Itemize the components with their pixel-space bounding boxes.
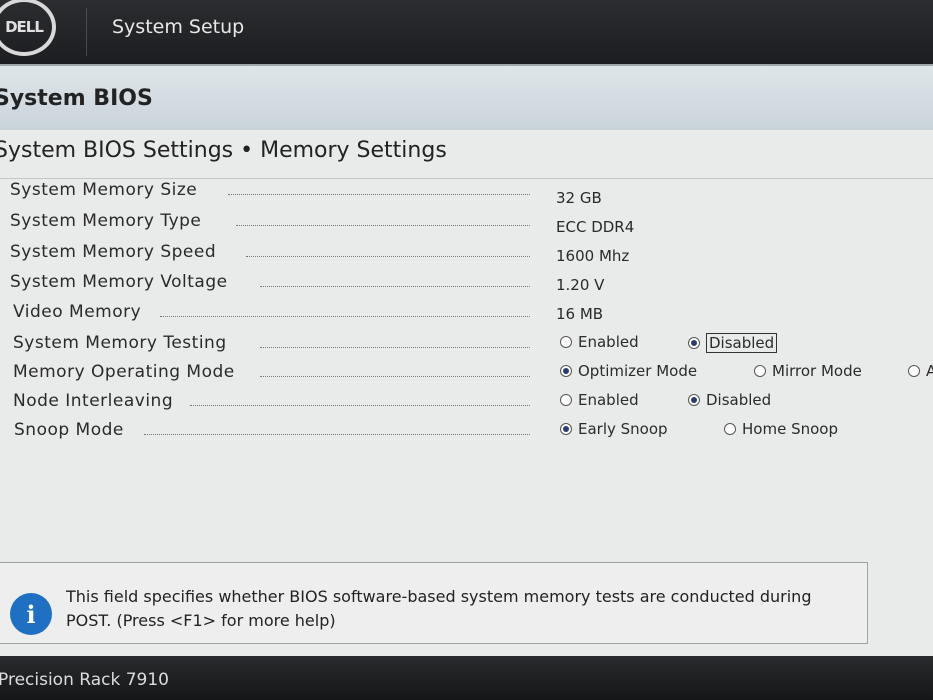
radio-icon [754,365,766,377]
field-row-memory-type: System Memory Type ECC DDR4 [10,211,930,239]
help-text: This field specifies whether BIOS softwa… [66,587,812,630]
radio-selected-icon [688,337,700,349]
page-title: System BIOS Settings • Memory Settings [0,138,447,163]
option-label: Disabled [706,391,772,409]
divider [0,178,933,179]
radio-selected-icon [560,365,572,377]
leader-dots [228,194,530,195]
radio-selected-icon [560,423,572,435]
field-label: Snoop Mode [14,420,124,440]
field-row-node-interleaving: Node Interleaving Enabled Disabled [10,391,930,419]
leader-dots [190,405,530,406]
field-label: Node Interleaving [13,391,174,411]
radio-icon [560,394,572,406]
field-value: ECC DDR4 [556,218,635,236]
footer-bar: Precision Rack 7910 [0,656,933,700]
header-divider [86,8,87,56]
radio-option-disabled[interactable]: Disabled [688,391,771,409]
leader-dots [144,434,530,435]
top-header-bar: DELL System Setup [0,0,933,64]
field-value: 16 MB [556,305,604,323]
logo-text: DELL [5,18,44,36]
field-label: System Memory Type [10,211,202,231]
radio-selected-icon [688,394,700,406]
option-label: Enabled [578,333,639,351]
field-row-memory-speed: System Memory Speed 1600 Mhz [10,242,930,270]
field-label: Video Memory [13,302,142,322]
option-label: Disabled [706,333,778,353]
leader-dots [260,286,530,287]
field-row-memory-testing: System Memory Testing Enabled Disabled [10,333,930,361]
field-label: Memory Operating Mode [13,362,235,382]
section-header: System BIOS [0,64,933,130]
field-label: System Memory Size [10,180,198,200]
field-row-memory-voltage: System Memory Voltage 1.20 V [10,272,930,300]
radio-option-enabled[interactable]: Enabled [560,333,639,351]
leader-dots [260,347,530,348]
system-model: Precision Rack 7910 [0,670,169,690]
field-row-video-memory: Video Memory 16 MB [10,302,930,330]
leader-dots [246,256,530,257]
option-label: Home Snoop [742,420,838,438]
option-label: Optimizer Mode [578,362,698,380]
radio-icon [908,365,920,377]
option-label: A [926,362,933,380]
section-title: System BIOS [0,86,153,111]
field-row-operating-mode: Memory Operating Mode Optimizer Mode Mir… [10,362,933,390]
radio-option-disabled[interactable]: Disabled [688,333,778,353]
radio-option-truncated[interactable]: A [908,362,933,380]
radio-option-optimizer-mode[interactable]: Optimizer Mode [560,362,697,380]
field-label: System Memory Speed [10,242,217,262]
radio-icon [724,423,736,435]
help-panel: i This field specifies whether BIOS soft… [0,562,868,644]
dell-logo: DELL [0,0,56,56]
field-row-snoop-mode: Snoop Mode Early Snoop Home Snoop [10,420,930,448]
leader-dots [260,376,530,377]
option-label: Enabled [578,391,639,409]
info-icon: i [10,593,52,635]
field-value: 32 GB [556,189,602,207]
radio-option-home-snoop[interactable]: Home Snoop [724,420,838,438]
field-row-memory-size: System Memory Size 32 GB [10,180,930,208]
radio-icon [560,336,572,348]
radio-option-mirror-mode[interactable]: Mirror Mode [754,362,862,380]
field-value: 1.20 V [556,276,605,294]
field-label: System Memory Voltage [10,272,228,292]
app-title: System Setup [112,16,245,38]
field-label: System Memory Testing [13,333,227,353]
option-label: Early Snoop [578,420,668,438]
radio-option-enabled[interactable]: Enabled [560,391,639,409]
field-value: 1600 Mhz [556,247,630,265]
leader-dots [236,225,530,226]
leader-dots [160,316,530,317]
option-label: Mirror Mode [772,362,862,380]
radio-option-early-snoop[interactable]: Early Snoop [560,420,668,438]
